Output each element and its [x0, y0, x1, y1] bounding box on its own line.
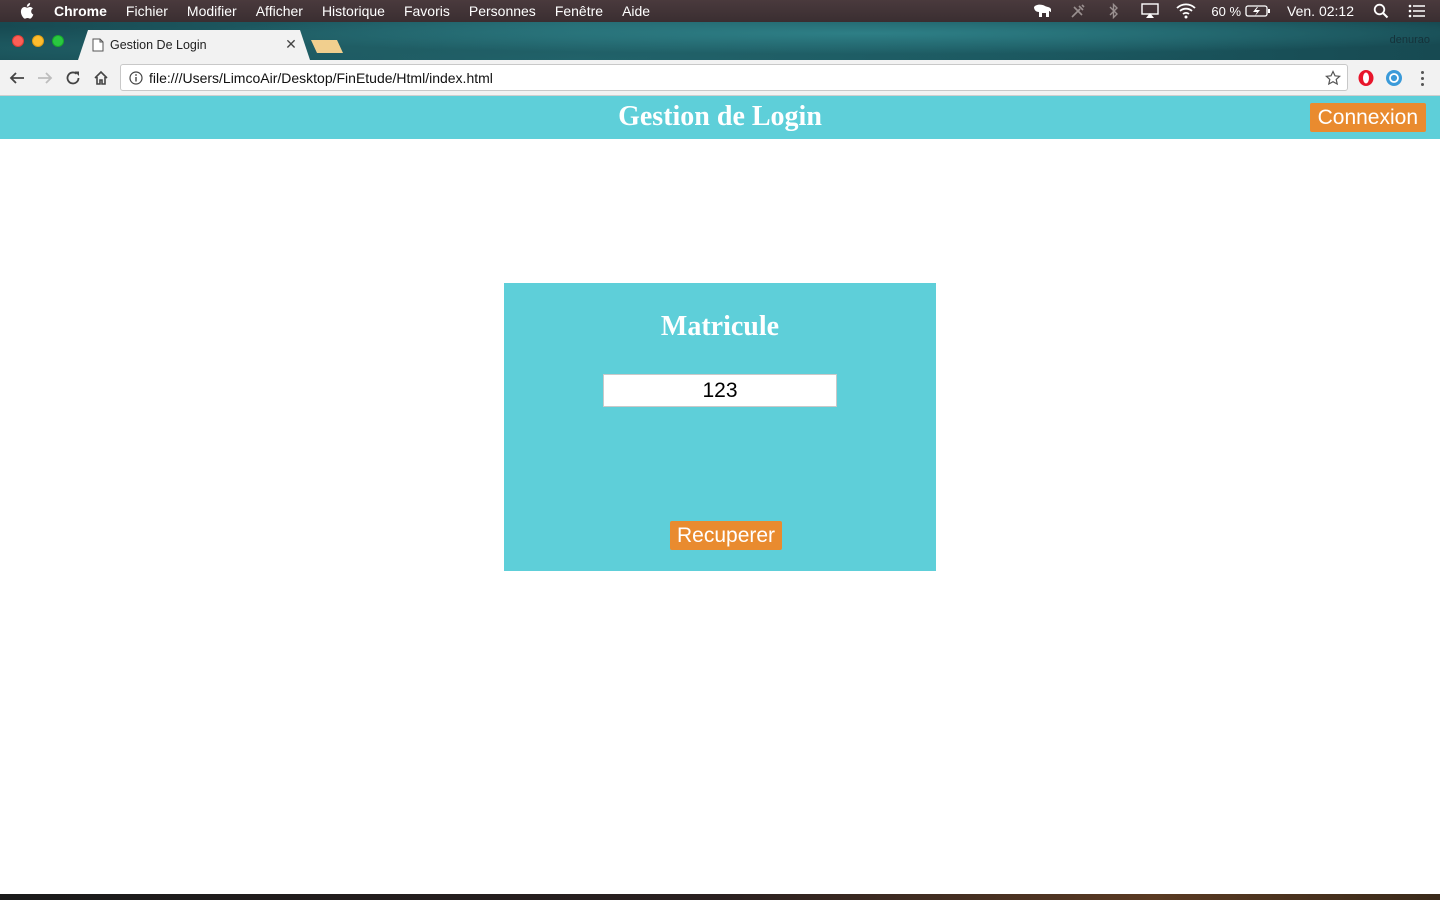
- tools-icon[interactable]: [1067, 2, 1089, 20]
- airplay-icon[interactable]: [1139, 2, 1161, 20]
- matricule-card: Matricule Recuperer: [504, 283, 936, 571]
- browser-toolbar: file:///Users/LimcoAir/Desktop/FinEtude/…: [0, 60, 1440, 96]
- bluetooth-icon[interactable]: [1103, 2, 1125, 20]
- battery-percent: 60 %: [1211, 3, 1242, 19]
- menu-favoris[interactable]: Favoris: [404, 0, 450, 22]
- menu-historique[interactable]: Historique: [322, 0, 385, 22]
- desktop-background: [0, 894, 1440, 900]
- page-viewport: Gestion de Login Connexion Matricule Rec…: [0, 96, 1440, 894]
- spotlight-search-icon[interactable]: [1370, 2, 1392, 20]
- page-title: Gestion de Login: [618, 101, 822, 132]
- card-title: Matricule: [660, 311, 780, 342]
- bookmark-star-icon[interactable]: [1325, 70, 1341, 86]
- menu-bar-tray: 60 % Ven. 02:12: [1031, 0, 1440, 22]
- wifi-icon[interactable]: [1175, 2, 1197, 20]
- tab-close-icon[interactable]: ✕: [284, 36, 298, 52]
- menu-bar-clock[interactable]: Ven. 02:12: [1287, 3, 1354, 19]
- page-header: Gestion de Login Connexion: [0, 96, 1440, 139]
- browser-menu-icon[interactable]: [1413, 68, 1431, 88]
- menu-fenetre[interactable]: Fenêtre: [555, 0, 603, 22]
- address-bar[interactable]: file:///Users/LimcoAir/Desktop/FinEtude/…: [120, 64, 1348, 91]
- window-maximize-button[interactable]: [52, 35, 64, 47]
- connexion-button[interactable]: Connexion: [1309, 103, 1426, 132]
- document-icon: [92, 38, 104, 52]
- forward-arrow-icon[interactable]: [34, 67, 56, 89]
- menu-fichier[interactable]: Fichier: [126, 0, 168, 22]
- menu-afficher[interactable]: Afficher: [256, 0, 303, 22]
- macos-menu-bar: Chrome Fichier Modifier Afficher Histori…: [0, 0, 1440, 22]
- elephant-icon[interactable]: [1031, 2, 1053, 20]
- browser-tab-active[interactable]: Gestion De Login ✕: [78, 30, 310, 60]
- extension-icon[interactable]: [1385, 69, 1403, 87]
- address-bar-url[interactable]: file:///Users/LimcoAir/Desktop/FinEtude/…: [149, 70, 493, 86]
- battery-charging-icon[interactable]: [1245, 2, 1271, 20]
- profile-name[interactable]: denurao: [1390, 34, 1430, 46]
- menu-app-name[interactable]: Chrome: [54, 0, 107, 22]
- new-tab-button[interactable]: [311, 40, 343, 53]
- opera-extension-icon[interactable]: [1357, 69, 1375, 87]
- window-close-button[interactable]: [12, 35, 24, 47]
- menu-aide[interactable]: Aide: [622, 0, 650, 22]
- reload-icon[interactable]: [62, 67, 84, 89]
- browser-tab-strip: Gestion De Login ✕ denurao: [0, 22, 1440, 60]
- site-info-icon[interactable]: [129, 70, 143, 85]
- matricule-input[interactable]: [603, 374, 837, 407]
- menu-modifier[interactable]: Modifier: [187, 0, 237, 22]
- back-arrow-icon[interactable]: [6, 67, 28, 89]
- recuperer-button[interactable]: Recuperer: [670, 521, 783, 550]
- apple-icon[interactable]: [18, 0, 36, 22]
- window-minimize-button[interactable]: [32, 35, 44, 47]
- notification-center-icon[interactable]: [1406, 2, 1428, 20]
- tab-title: Gestion De Login: [110, 38, 207, 52]
- menu-personnes[interactable]: Personnes: [469, 0, 536, 22]
- home-icon[interactable]: [90, 67, 112, 89]
